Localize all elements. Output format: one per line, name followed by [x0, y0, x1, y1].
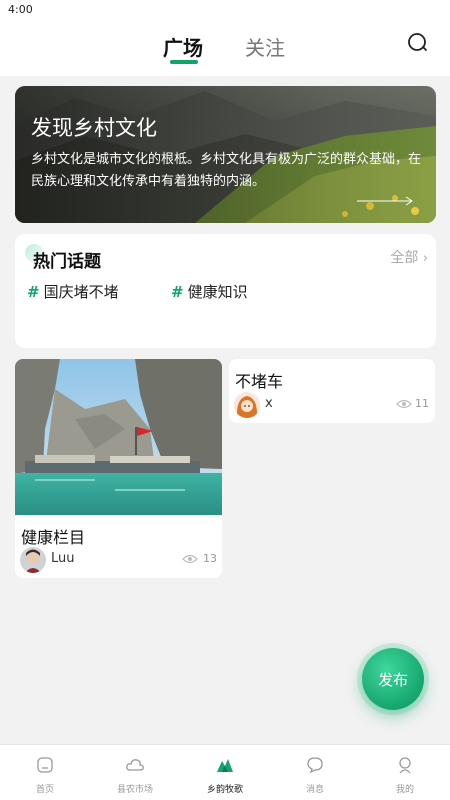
top-navigation: 广场 关注 — [0, 20, 450, 76]
eye-icon — [396, 399, 412, 409]
hot-topics-card: 热门话题 全部 › # 国庆堵不堵 # 健康知识 — [15, 234, 436, 348]
post-photo — [15, 359, 222, 515]
mountain-icon — [217, 759, 233, 772]
avatar[interactable] — [234, 392, 260, 418]
tab-plaza[interactable]: 广场 — [163, 32, 203, 61]
post-card[interactable]: 不堵车 x 11 — [229, 359, 435, 423]
tabbar-label: 首页 — [35, 785, 54, 795]
tabbar-item-home[interactable]: 首页 — [0, 745, 90, 800]
tabbar-label: 我的 — [395, 785, 414, 795]
tab-follow[interactable]: 关注 — [245, 32, 285, 61]
all-label: 全部 — [390, 250, 419, 266]
message-icon — [307, 757, 323, 774]
search-button[interactable] — [405, 30, 431, 56]
eye-icon — [182, 554, 198, 564]
topic-label: 健康知识 — [187, 283, 248, 301]
cloud-icon — [126, 759, 144, 771]
tabbar-label: 乡韵牧歌 — [206, 785, 243, 795]
avatar[interactable] — [20, 547, 46, 573]
banner-description: 乡村文化是城市文化的根柢。乡村文化具有极为广泛的群众基础，在民族心理和文化传承中… — [31, 152, 422, 189]
view-count: 11 — [415, 397, 429, 410]
post-author: x — [265, 396, 273, 411]
user-icon — [399, 757, 411, 774]
hashtag-icon: # — [27, 283, 40, 301]
hot-topics-title: 热门话题 — [33, 252, 101, 272]
tabbar-item-messages[interactable]: 消息 — [270, 745, 360, 800]
tabbar-item-profile[interactable]: 我的 — [360, 745, 450, 800]
post-title: 不堵车 — [235, 372, 284, 391]
search-icon — [408, 33, 427, 51]
tabbar-item-village[interactable]: 乡韵牧歌 — [180, 745, 270, 800]
publish-button[interactable]: 发布 — [362, 648, 424, 710]
culture-banner[interactable]: 发现乡村文化 乡村文化是城市文化的根柢。乡村文化具有极为广泛的群众基础，在民族心… — [15, 86, 436, 223]
tabbar-label: 县农市场 — [116, 785, 153, 795]
topic-label: 国庆堵不堵 — [43, 283, 119, 301]
post-card[interactable]: 健康栏目 Luu 13 — [15, 359, 222, 578]
hot-topics-all-link[interactable]: 全部 › — [390, 247, 428, 267]
status-time: 4:00 — [8, 3, 33, 16]
status-bar: 4:00 — [0, 0, 450, 20]
post-title: 健康栏目 — [21, 528, 86, 547]
tabbar-label: 消息 — [305, 785, 324, 795]
home-icon — [37, 757, 53, 773]
active-tab-indicator — [170, 60, 198, 64]
view-count: 13 — [203, 552, 217, 565]
user-avatar-image — [234, 392, 260, 418]
user-avatar-image — [20, 547, 46, 573]
topic-tag[interactable]: # 国庆堵不堵 — [27, 281, 119, 302]
chevron-right-icon: › — [422, 251, 428, 266]
banner-title: 发现乡村文化 — [31, 116, 157, 140]
arrow-right-icon[interactable] — [355, 196, 415, 206]
hashtag-icon: # — [171, 283, 184, 301]
tabbar-item-market[interactable]: 县农市场 — [90, 745, 180, 800]
bottom-tab-bar: 首页 县农市场 乡韵牧歌 消息 我的 — [0, 744, 450, 800]
topic-tag[interactable]: # 健康知识 — [171, 281, 248, 302]
post-author: Luu — [51, 551, 75, 566]
